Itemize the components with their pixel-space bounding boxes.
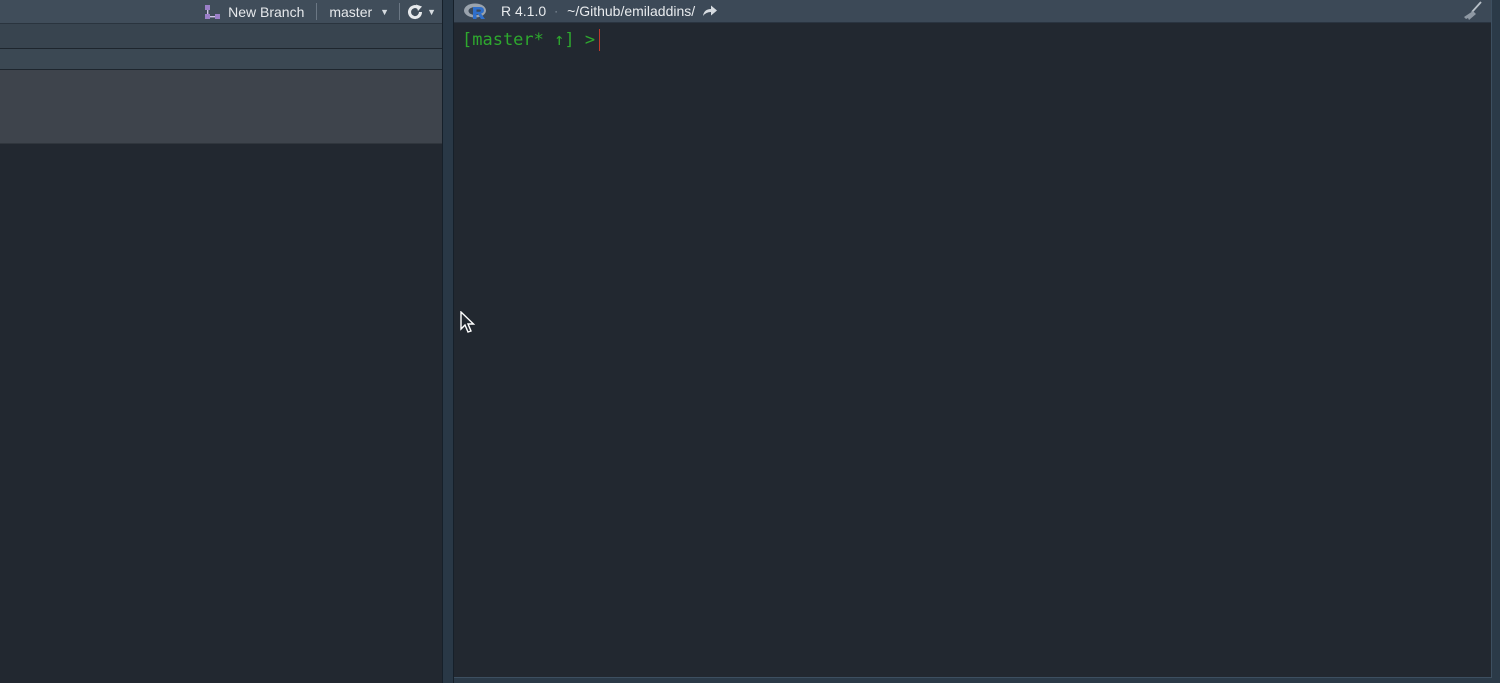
git-diff-area <box>0 144 442 683</box>
refresh-icon <box>408 4 423 19</box>
pane-splitter[interactable] <box>442 0 454 683</box>
console-output[interactable]: [master* ↑] > <box>454 23 1491 677</box>
r-version-label: R 4.1.0 <box>501 3 547 19</box>
chevron-down-icon: ▼ <box>427 6 436 17</box>
window-edge-bottom <box>454 678 1500 683</box>
new-branch-label: New Branch <box>228 3 305 20</box>
text-cursor <box>599 29 601 51</box>
branch-label: master <box>329 3 373 20</box>
working-directory-label[interactable]: ~/Github/emiladdins/ <box>567 3 695 19</box>
branch-icon <box>205 4 221 19</box>
r-logo-icon <box>464 3 486 19</box>
broom-icon[interactable] <box>1461 1 1483 21</box>
refresh-button[interactable]: ▼ <box>400 0 442 23</box>
console-prompt: [master* ↑] > <box>462 30 596 50</box>
chevron-down-icon: ▼ <box>380 6 390 17</box>
header-separator: · <box>554 4 559 18</box>
goto-directory-icon[interactable] <box>702 4 718 18</box>
rstudio-window: New Branch master ▼ ▼ R 4.1.0 · ~/Github… <box>0 0 1500 683</box>
branch-dropdown[interactable]: master ▼ <box>317 0 399 23</box>
console-prompt-line[interactable]: [master* ↑] > <box>462 29 601 51</box>
git-subtoolbar <box>0 24 442 49</box>
mouse-pointer-icon <box>460 311 476 333</box>
console-pane: R 4.1.0 · ~/Github/emiladdins/ [master* … <box>454 0 1492 678</box>
console-header: R 4.1.0 · ~/Github/emiladdins/ <box>454 0 1491 23</box>
git-list-header <box>0 49 442 70</box>
git-pane: New Branch master ▼ ▼ <box>0 0 442 683</box>
window-edge-right <box>1492 0 1500 683</box>
git-changes-list[interactable] <box>0 70 442 144</box>
new-branch-button[interactable]: New Branch <box>203 0 316 23</box>
git-toolbar: New Branch master ▼ ▼ <box>0 0 442 24</box>
